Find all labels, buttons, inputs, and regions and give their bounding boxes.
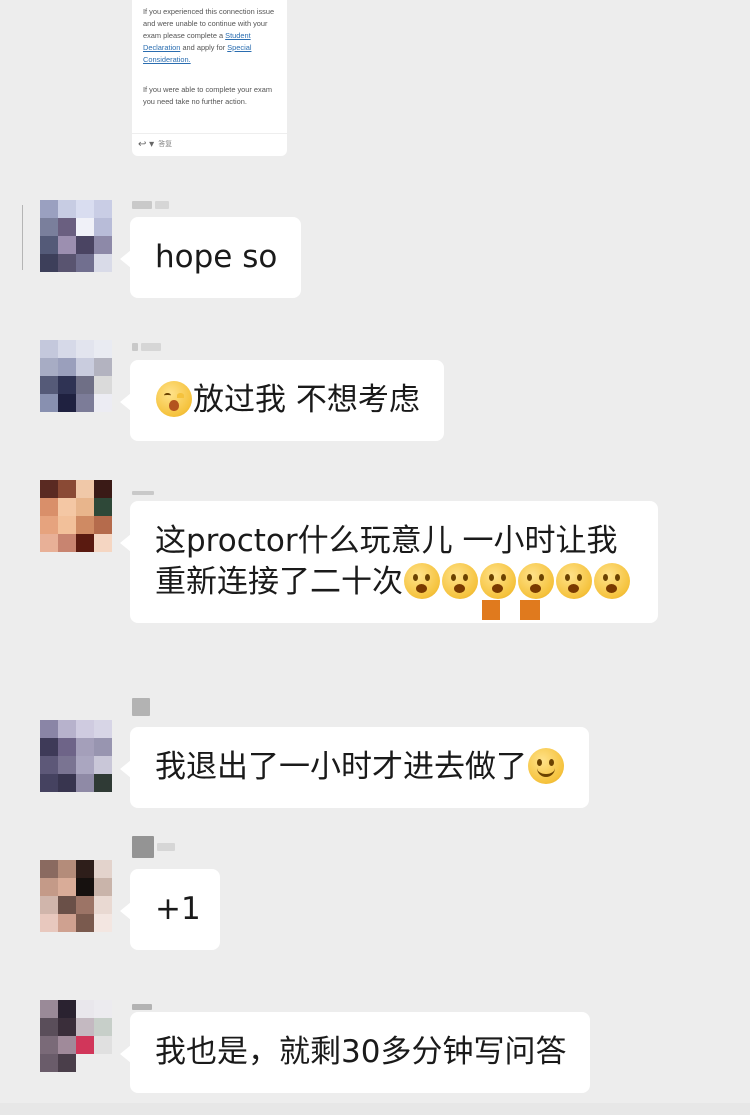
image-artifact — [520, 600, 540, 620]
dizzy-face-emoji — [442, 563, 478, 599]
message-bubble[interactable]: 我退出了一小时才进去做了 — [120, 727, 589, 808]
sender-name-redacted — [132, 836, 175, 858]
avatar[interactable] — [40, 340, 112, 412]
sender-name-redacted — [132, 340, 161, 354]
message-bubble[interactable]: 我也是，就剩30多分钟写问答 — [119, 1012, 591, 1093]
message-bubble[interactable]: hope so — [119, 217, 302, 298]
avatar[interactable] — [40, 200, 112, 272]
divider — [22, 205, 23, 270]
message-text: hope so — [155, 239, 278, 275]
email-footer-label: 答复 — [158, 141, 173, 148]
dizzy-face-emoji — [518, 563, 554, 599]
message-bubble[interactable]: 这proctor什么玩意儿 一小时让我重新连接了二十次 — [120, 501, 658, 623]
avatar[interactable] — [40, 720, 112, 792]
sender-name-redacted — [132, 698, 150, 716]
message-text: 放过我 不想考虑 — [193, 382, 420, 418]
avatar[interactable] — [40, 1000, 112, 1072]
email-footer: ↩ ▾ 答复 — [132, 133, 287, 156]
kiss-face-emoji — [156, 381, 192, 417]
dizzy-face-emoji — [404, 563, 440, 599]
bottom-edge — [0, 1103, 750, 1115]
message-bubble[interactable]: 放过我 不想考虑 — [120, 360, 444, 441]
dizzy-face-emoji — [594, 563, 630, 599]
email-text: If you experienced this connection issue… — [143, 7, 275, 40]
dizzy-face-emoji — [556, 563, 592, 599]
sender-name-redacted — [132, 198, 169, 212]
message-bubble[interactable]: +1 — [120, 869, 220, 950]
reply-icon[interactable]: ↩ ▾ — [138, 139, 154, 151]
email-paragraph-1: If you experienced this connection issue… — [143, 6, 277, 66]
avatar[interactable] — [40, 860, 112, 932]
avatar[interactable] — [40, 480, 112, 552]
message-text: 我也是，就剩30多分钟写问答 — [155, 1034, 567, 1070]
message-text: +1 — [155, 891, 201, 927]
email-text-mid: and apply for — [180, 43, 228, 52]
email-paragraph-2: If you were able to complete your exam y… — [143, 85, 272, 106]
email-screenshot-card[interactable]: If you experienced this connection issue… — [132, 0, 287, 156]
image-artifact — [482, 600, 500, 620]
smile-emoji — [528, 748, 564, 784]
sender-name-redacted — [132, 486, 154, 500]
dizzy-face-emoji — [480, 563, 516, 599]
message-text: 我退出了一小时才进去做了 — [155, 749, 527, 785]
